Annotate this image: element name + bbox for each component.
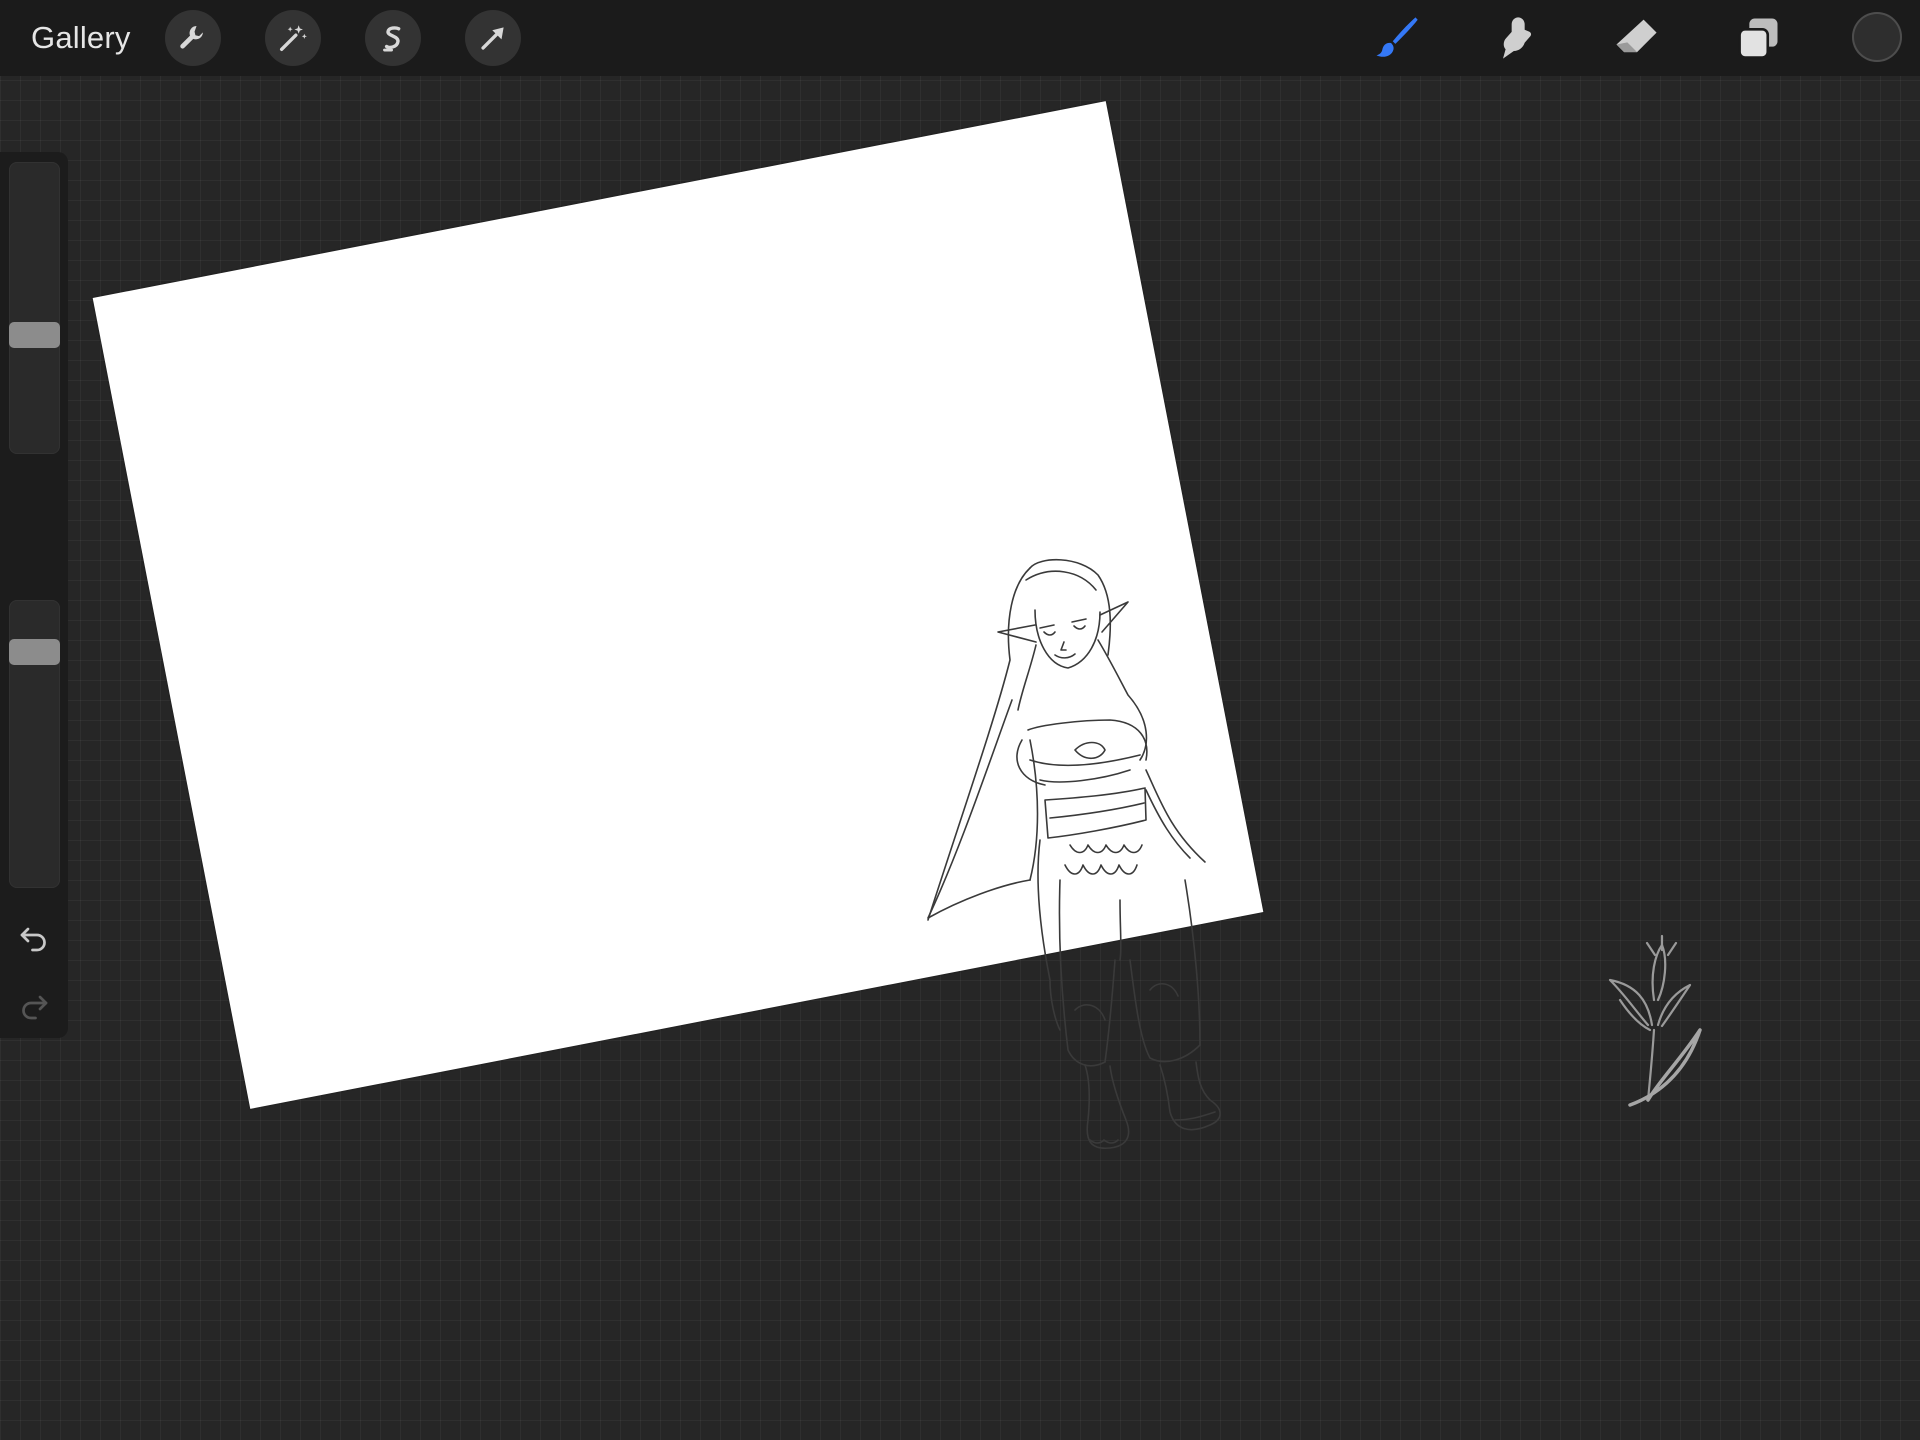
top-toolbar: Gallery (0, 0, 1920, 76)
actions-wrench-icon[interactable] (165, 10, 221, 66)
brush-icon[interactable] (1366, 8, 1426, 68)
brush-size-slider-thumb[interactable] (9, 321, 60, 348)
layers-icon[interactable] (1728, 8, 1788, 68)
left-sidebar (0, 152, 68, 1038)
undo-icon[interactable] (16, 920, 52, 956)
color-picker-swatch[interactable] (1852, 12, 1902, 62)
transform-arrow-icon[interactable] (465, 10, 521, 66)
selection-s-icon[interactable] (365, 10, 421, 66)
gallery-button[interactable]: Gallery (31, 20, 131, 56)
opacity-slider-thumb[interactable] (9, 639, 60, 666)
eraser-icon[interactable] (1606, 8, 1666, 68)
redo-icon[interactable] (16, 988, 52, 1024)
smudge-icon[interactable] (1486, 8, 1546, 68)
adjustments-magic-wand-icon[interactable] (265, 10, 321, 66)
brush-size-slider[interactable] (9, 162, 60, 454)
